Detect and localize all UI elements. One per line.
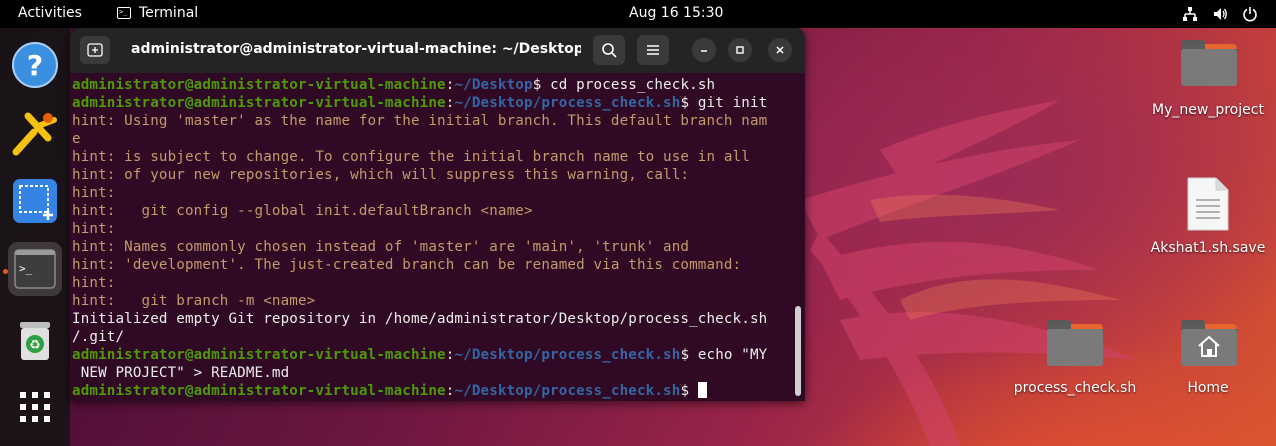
terminal-line: hint: git config --global init.defaultBr… — [72, 202, 805, 220]
desktop-icon-label: My_new_project — [1152, 102, 1264, 118]
dock: ? >_ ♻ — [0, 28, 70, 446]
command-text: $ echo "MY — [680, 347, 768, 363]
prompt-path: ~/Desktop/process_check.sh — [454, 383, 681, 399]
minimize-icon — [701, 50, 707, 52]
folder-home[interactable]: Home — [1138, 318, 1276, 403]
folder-my-new-project[interactable]: My_new_project — [1138, 40, 1276, 125]
folder-icon — [1047, 320, 1103, 366]
home-folder-icon — [1181, 320, 1237, 366]
desktop-icon-label: Akshat1.sh.save — [1150, 240, 1266, 256]
hint-text: hint: git branch -m <name> — [72, 293, 316, 309]
terminal-line: hint: is subject to change. To configure… — [72, 148, 805, 166]
file-akshat1[interactable]: Akshat1.sh.save — [1138, 176, 1276, 261]
app-menu-label: Terminal — [139, 5, 199, 21]
hint-text: hint: git config --global init.defaultBr… — [72, 203, 533, 219]
terminal-line: administrator@administrator-virtual-mach… — [72, 76, 805, 94]
top-bar: Activities >_ Terminal Aug 16 15:30 — [0, 0, 1276, 28]
screenshot-icon[interactable] — [8, 174, 62, 228]
search-button[interactable] — [593, 35, 625, 65]
hint-text: e — [72, 131, 81, 147]
activities-button[interactable]: Activities — [18, 5, 82, 21]
terminal-line: Initialized empty Git repository in /hom… — [72, 310, 805, 328]
system-tray[interactable] — [1182, 6, 1258, 22]
hamburger-icon — [647, 45, 659, 55]
output-text: NEW PROJECT" > README.md — [72, 365, 290, 381]
hint-text: hint: — [72, 185, 116, 201]
terminal-line: hint: — [72, 220, 805, 238]
trash-icon[interactable]: ♻ — [8, 314, 62, 368]
svg-text:>_: >_ — [19, 262, 33, 275]
close-icon — [776, 46, 784, 54]
prompt-user: administrator@administrator-virtual-mach… — [72, 77, 446, 93]
volume-icon[interactable] — [1212, 6, 1228, 22]
prompt-path: ~/Desktop — [454, 77, 533, 93]
terminal-line: e — [72, 130, 805, 148]
command-text: $ git init — [680, 95, 768, 111]
new-tab-button[interactable] — [80, 36, 110, 64]
prompt-user: administrator@administrator-virtual-mach… — [72, 383, 446, 399]
terminal-scrollbar[interactable] — [795, 306, 801, 396]
menu-button[interactable] — [637, 35, 669, 65]
maximize-button[interactable] — [728, 38, 752, 62]
terminal-line: hint: — [72, 184, 805, 202]
output-text: Initialized empty Git repository in /hom… — [72, 311, 768, 327]
terminal-window[interactable]: administrator@administrator-virtual-mach… — [70, 28, 805, 401]
window-title: administrator@administrator-virtual-mach… — [131, 41, 581, 57]
prompt-path: ~/Desktop/process_check.sh — [454, 347, 681, 363]
terminal-line: hint: — [72, 274, 805, 292]
hint-text: hint: is subject to change. To configure… — [72, 149, 750, 165]
terminal-line: administrator@administrator-virtual-mach… — [72, 94, 805, 112]
hint-text: hint: Using 'master' as the name for the… — [72, 113, 768, 129]
app-menu[interactable]: >_ Terminal — [117, 5, 198, 21]
folder-process-check[interactable]: process_check.sh — [1005, 318, 1145, 403]
command-text: $ cd process_check.sh — [532, 77, 716, 93]
terminal-line: hint: git branch -m <name> — [72, 292, 805, 310]
output-text: /.git/ — [72, 329, 125, 345]
close-button[interactable] — [768, 38, 792, 62]
minimize-button[interactable] — [692, 38, 716, 62]
terminal-app-icon: >_ — [117, 7, 131, 19]
help-icon[interactable]: ? — [8, 38, 62, 92]
show-apps-icon[interactable] — [8, 380, 62, 434]
network-icon[interactable] — [1182, 6, 1198, 22]
svg-text:?: ? — [27, 49, 43, 82]
hint-text: hint: of your new repositories, which wi… — [72, 167, 690, 183]
prompt-user: administrator@administrator-virtual-mach… — [72, 347, 446, 363]
maximize-icon — [736, 46, 744, 54]
app-icon-yellow[interactable] — [8, 106, 62, 160]
hint-text: hint: Names commonly chosen instead of '… — [72, 239, 690, 255]
terminal-line: hint: 'development'. The just-created br… — [72, 256, 805, 274]
prompt-user: administrator@administrator-virtual-mach… — [72, 95, 446, 111]
svg-text:♻: ♻ — [29, 338, 41, 353]
hint-text: hint: — [72, 221, 116, 237]
new-tab-icon — [87, 43, 103, 57]
desktop-icon-label: process_check.sh — [1013, 380, 1137, 396]
terminal-icon[interactable]: >_ — [8, 242, 62, 296]
search-icon — [602, 43, 617, 58]
terminal-line: administrator@administrator-virtual-mach… — [72, 382, 805, 400]
prompt-path: ~/Desktop/process_check.sh — [454, 95, 681, 111]
terminal-line: hint: of your new repositories, which wi… — [72, 166, 805, 184]
terminal-line: NEW PROJECT" > README.md — [72, 364, 805, 382]
hint-text: hint: — [72, 275, 116, 291]
terminal-line: hint: Using 'master' as the name for the… — [72, 112, 805, 130]
text-file-icon — [1187, 177, 1229, 231]
power-icon[interactable] — [1242, 6, 1258, 22]
command-text: $ — [680, 383, 698, 399]
text-cursor — [697, 382, 707, 398]
hint-text: hint: 'development'. The just-created br… — [72, 257, 742, 273]
terminal-line: /.git/ — [72, 328, 805, 346]
terminal-line: hint: Names commonly chosen instead of '… — [72, 238, 805, 256]
clock[interactable]: Aug 16 15:30 — [629, 5, 723, 21]
folder-icon — [1181, 40, 1237, 86]
terminal-output[interactable]: administrator@administrator-virtual-mach… — [70, 73, 805, 401]
terminal-titlebar[interactable]: administrator@administrator-virtual-mach… — [70, 28, 805, 73]
desktop-icon-label: Home — [1187, 380, 1229, 396]
terminal-line: administrator@administrator-virtual-mach… — [72, 346, 805, 364]
